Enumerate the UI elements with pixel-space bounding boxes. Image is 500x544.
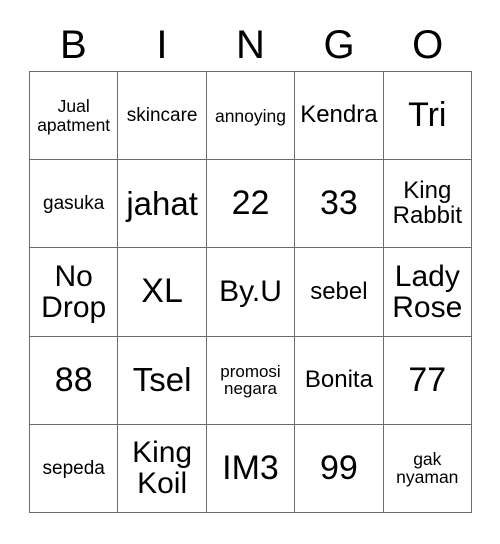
bingo-cell[interactable]: Kendra <box>295 72 384 161</box>
bingo-cell-label: sepeda <box>42 457 105 479</box>
bingo-cell-label: gasuka <box>43 192 105 214</box>
bingo-cell[interactable]: gasuka <box>30 160 119 249</box>
bingo-cell-label: Kendra <box>300 101 378 129</box>
bingo-cell-label: King Rabbit <box>392 176 462 229</box>
bingo-cell-label: Lady Rose <box>392 259 463 324</box>
bingo-cell-label: IM3 <box>222 448 279 487</box>
bingo-cell-label: skincare <box>126 104 198 126</box>
bingo-cell-label: XL <box>141 272 183 311</box>
bingo-cell[interactable]: sebel <box>295 248 384 337</box>
bingo-cell[interactable]: promosi negara <box>206 336 296 425</box>
bingo-cell-label: By.U <box>219 275 282 309</box>
bingo-header-letter-g: G <box>323 22 355 67</box>
bingo-header-row: B I N G O <box>29 18 472 71</box>
bingo-cell[interactable]: sepeda <box>30 424 119 513</box>
bingo-cell-label: Jual apatment <box>37 96 111 135</box>
bingo-cell[interactable]: 22 <box>206 160 296 249</box>
bingo-cell-label: 77 <box>408 360 447 399</box>
bingo-cell-label: 22 <box>231 184 270 223</box>
bingo-cell[interactable]: King Koil <box>118 424 207 513</box>
bingo-card: B I N G O Jual apatment skincare annoyin… <box>0 0 500 544</box>
bingo-cell[interactable]: IM3 <box>206 424 296 513</box>
bingo-cell[interactable]: Tri <box>383 72 472 161</box>
bingo-cell[interactable]: gak nyaman <box>383 424 472 513</box>
bingo-cell[interactable]: Bonita <box>295 336 384 425</box>
bingo-cell[interactable]: 33 <box>295 160 384 249</box>
bingo-cell-label: Tsel <box>132 361 192 399</box>
bingo-cell-label: No Drop <box>41 259 107 324</box>
bingo-cell-label: sebel <box>310 277 368 305</box>
bingo-cell[interactable]: King Rabbit <box>383 160 472 249</box>
bingo-cell[interactable]: XL <box>118 248 207 337</box>
bingo-cell[interactable]: jahat <box>118 160 207 249</box>
bingo-cell-label: Tri <box>408 95 447 134</box>
bingo-header-letter-i: I <box>156 22 168 67</box>
bingo-cell[interactable]: 99 <box>295 424 384 513</box>
bingo-cell[interactable]: By.U <box>206 248 296 337</box>
bingo-cell-label: gak nyaman <box>396 449 459 488</box>
bingo-header-letter-n: N <box>236 22 265 67</box>
bingo-cell-label: 33 <box>319 184 358 223</box>
bingo-header-letter-b: B <box>59 22 87 67</box>
bingo-cell[interactable]: 88 <box>30 336 119 425</box>
bingo-cell[interactable]: annoying <box>206 72 296 161</box>
bingo-grid: Jual apatment skincare annoying Kendra T… <box>29 71 472 513</box>
bingo-cell-label: King Koil <box>132 436 193 501</box>
bingo-cell[interactable]: Jual apatment <box>30 72 119 161</box>
bingo-cell[interactable]: No Drop <box>30 248 119 337</box>
bingo-cell[interactable]: 77 <box>383 336 472 425</box>
bingo-cell[interactable]: Tsel <box>118 336 207 425</box>
bingo-cell-label: annoying <box>214 105 287 126</box>
bingo-cell-label: Bonita <box>304 365 373 393</box>
bingo-header-letter-o: O <box>412 22 444 67</box>
bingo-cell-label: 88 <box>54 360 93 399</box>
bingo-cell-label: promosi negara <box>220 361 281 399</box>
bingo-cell-label: 99 <box>319 448 358 487</box>
bingo-cell-label: jahat <box>126 184 198 222</box>
bingo-cell[interactable]: skincare <box>118 72 207 161</box>
bingo-cell[interactable]: Lady Rose <box>383 248 472 337</box>
